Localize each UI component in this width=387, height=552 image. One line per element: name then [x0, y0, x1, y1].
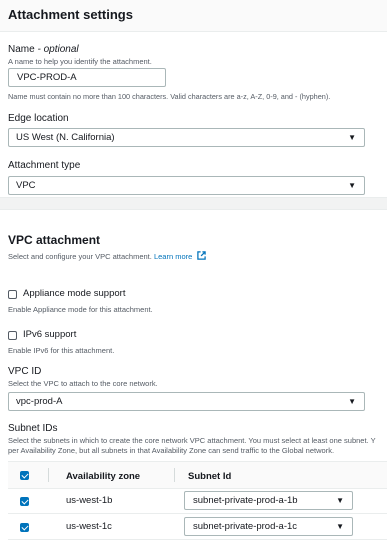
row-checkbox[interactable]: [20, 523, 29, 532]
attachment-settings-header: Attachment settings: [0, 0, 387, 32]
ipv6-checkbox[interactable]: [8, 331, 17, 340]
subnet-ids-description-line-2: per Availability Zone, but all subnets i…: [8, 446, 335, 455]
vpc-id-value: vpc-prod-A: [16, 396, 63, 407]
availability-zone-cell: us-west-1c: [66, 521, 112, 532]
ipv6-label[interactable]: IPv6 support: [23, 329, 76, 340]
appliance-mode-label[interactable]: Appliance mode support: [23, 288, 125, 299]
caret-down-icon: ▼: [336, 522, 344, 531]
appliance-mode-description: Enable Appliance mode for this attachmen…: [8, 305, 153, 314]
column-header-availability-zone[interactable]: Availability zone: [66, 471, 140, 482]
caret-down-icon: ▼: [336, 496, 344, 505]
availability-zone-cell: us-west-1b: [66, 495, 113, 506]
name-input[interactable]: [8, 68, 166, 87]
row-checkbox[interactable]: [20, 497, 29, 506]
edge-location-select[interactable]: US West (N. California) ▼: [8, 128, 365, 147]
attachment-type-label: Attachment type: [8, 160, 81, 171]
vpc-id-label: VPC ID: [8, 366, 42, 377]
column-separator: [48, 468, 49, 482]
subnet-ids-description-line-1: Select the subnets in which to create th…: [8, 436, 376, 445]
name-description: A name to help you identify the attachme…: [8, 57, 152, 66]
caret-down-icon: ▼: [348, 133, 356, 142]
select-all-checkbox[interactable]: [20, 471, 29, 480]
name-constraint: Name must contain no more than 100 chara…: [8, 92, 331, 101]
vpc-id-select[interactable]: vpc-prod-A ▼: [8, 392, 365, 411]
appliance-mode-checkbox[interactable]: [8, 290, 17, 299]
column-separator: [174, 468, 175, 482]
subnet-id-select[interactable]: subnet-private-prod-a-1b ▼: [184, 491, 353, 510]
column-header-subnet-id[interactable]: Subnet Id: [188, 471, 231, 482]
attachment-type-select[interactable]: VPC ▼: [8, 176, 365, 195]
learn-more-link[interactable]: Learn more: [154, 252, 192, 261]
external-link-icon[interactable]: [197, 251, 207, 260]
table-row: us-west-1b subnet-private-prod-a-1b ▼: [8, 489, 387, 514]
caret-down-icon: ▼: [348, 397, 356, 406]
subnet-table: Availability zone Subnet Id us-west-1b s…: [8, 461, 387, 552]
vpc-attachment-title: VPC attachment: [8, 233, 101, 247]
ipv6-description: Enable IPv6 for this attachment.: [8, 346, 115, 355]
vpc-attachment-description: Select and configure your VPC attachment…: [8, 251, 207, 261]
attachment-settings-title: Attachment settings: [8, 7, 133, 22]
subnet-id-value: subnet-private-prod-a-1c: [193, 521, 298, 532]
section-divider: [0, 197, 387, 210]
table-row: us-west-1c subnet-private-prod-a-1c ▼: [8, 515, 387, 540]
vpc-id-description: Select the VPC to attach to the core net…: [8, 379, 158, 388]
subnet-id-value: subnet-private-prod-a-1b: [193, 495, 298, 506]
subnet-ids-label: Subnet IDs: [8, 423, 58, 434]
name-label-text: Name: [8, 44, 35, 55]
subnet-table-header: Availability zone Subnet Id: [8, 461, 387, 489]
edge-location-label: Edge location: [8, 113, 69, 124]
caret-down-icon: ▼: [348, 181, 356, 190]
subnet-id-select[interactable]: subnet-private-prod-a-1c ▼: [184, 517, 353, 536]
vpc-attachment-description-text: Select and configure your VPC attachment…: [8, 252, 152, 261]
name-optional-text: - optional: [37, 44, 79, 55]
edge-location-value: US West (N. California): [16, 132, 115, 143]
name-label: Name - optional: [8, 44, 79, 55]
attachment-type-value: VPC: [16, 180, 36, 191]
